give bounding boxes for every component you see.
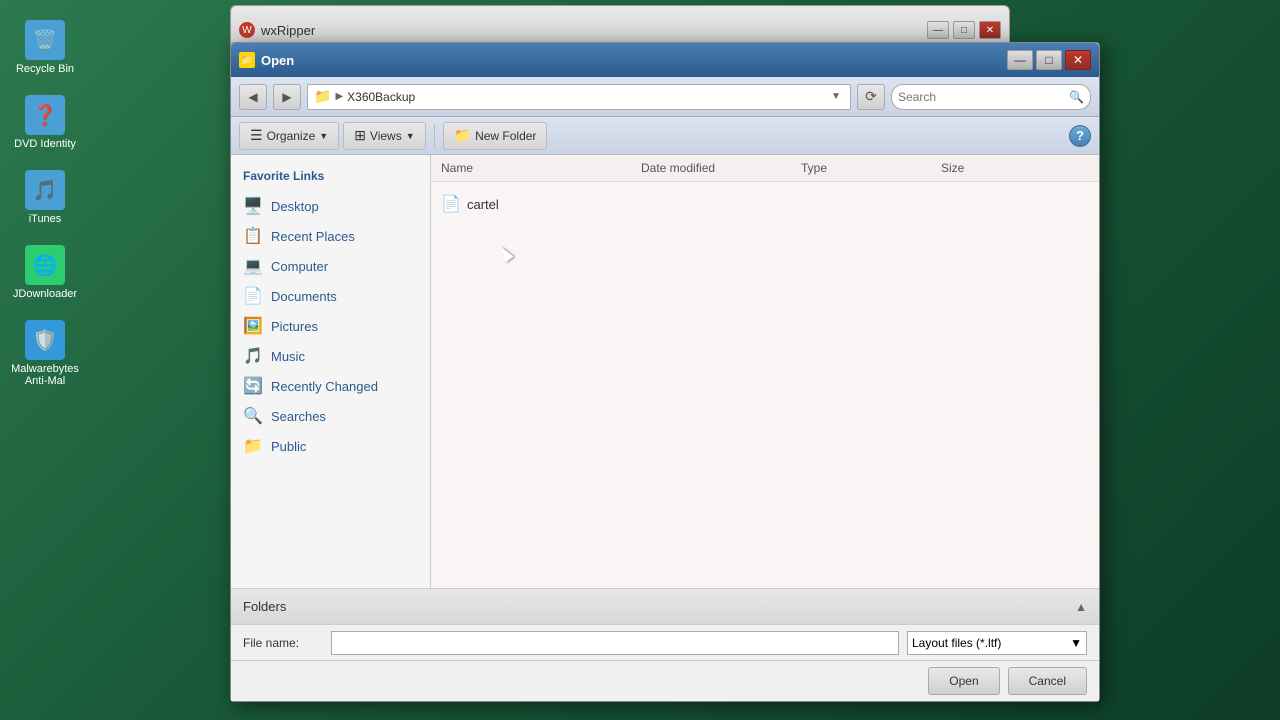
wxripper-titlebar: W wxRipper — □ ✕ [239,21,1001,39]
jdownloader-icon: 🌐 [25,245,65,285]
desktop-icon-malwarebytes[interactable]: 🛡️ Malwarebytes Anti-Mal [10,320,80,387]
wxripper-title: wxRipper [261,23,927,38]
file-name: cartel [467,197,499,212]
search-box[interactable]: 🔍 [891,84,1091,110]
dialog-maximize-button[interactable]: □ [1036,50,1062,70]
back-button[interactable]: ◀ [239,84,267,110]
dialog-minimize-button[interactable]: — [1007,50,1033,70]
help-button[interactable]: ? [1069,125,1091,147]
open-button[interactable]: Open [928,667,999,695]
wxripper-close-button[interactable]: ✕ [979,21,1001,39]
desktop-icons: 🗑️ Recycle Bin ❓ DVD Identity 🎵 iTunes 🌐… [10,20,80,387]
folders-chevron-icon: ▲ [1075,600,1087,614]
search-input[interactable] [898,90,1069,104]
malwarebytes-icon: 🛡️ [25,320,65,360]
sidebar-item-documents[interactable]: 📄 Documents [231,281,430,311]
file-list: 📄 cartel [431,182,1099,588]
file-area: Name Date modified Type Size 📄 cartel [431,155,1099,588]
views-dropdown-icon: ▼ [406,131,415,141]
open-dialog: 📁 Open — □ ✕ ◀ ▶ 📁 ▶ X360Backup ▼ ⟳ 🔍 ☰ … [230,42,1100,702]
file-icon: 📄 [441,194,461,214]
file-item-cartel[interactable]: 📄 cartel [439,190,1091,218]
file-header: Name Date modified Type Size [431,155,1099,182]
views-button[interactable]: ⊞ Views ▼ [343,122,425,150]
sidebar-item-desktop[interactable]: 🖥️ Desktop [231,191,430,221]
address-bar: ◀ ▶ 📁 ▶ X360Backup ▼ ⟳ 🔍 [231,77,1099,117]
column-name[interactable]: Name [441,161,641,175]
path-text: X360Backup [347,90,824,104]
sidebar-item-computer[interactable]: 💻 Computer [231,251,430,281]
folders-section[interactable]: Folders ▲ [231,589,1099,625]
pictures-icon: 🖼️ [243,316,263,336]
desktop-icon-itunes[interactable]: 🎵 iTunes [10,170,80,225]
sidebar-item-recent-places[interactable]: 📋 Recent Places [231,221,430,251]
recently-changed-icon: 🔄 [243,376,263,396]
new-folder-icon: 📁 [454,127,471,144]
dvd-icon: ❓ [25,95,65,135]
views-icon: ⊞ [354,127,366,144]
dialog-titlebar: 📁 Open — □ ✕ [231,43,1099,77]
desktop-icon-recycle[interactable]: 🗑️ Recycle Bin [10,20,80,75]
wxripper-icon: W [239,22,255,38]
favorite-links-title: Favorite Links [231,165,430,191]
itunes-icon: 🎵 [25,170,65,210]
filename-input[interactable] [331,631,899,655]
filetype-dropdown-icon: ▼ [1070,636,1082,650]
new-folder-button[interactable]: 📁 New Folder [443,122,548,150]
folders-label: Folders [243,599,1069,614]
forward-button[interactable]: ▶ [273,84,301,110]
toolbar-separator [434,124,435,148]
column-type[interactable]: Type [801,161,941,175]
wxripper-controls: — □ ✕ [927,21,1001,39]
searches-icon: 🔍 [243,406,263,426]
organize-icon: ☰ [250,127,263,144]
dialog-title: Open [261,53,1001,68]
dialog-window-controls: — □ ✕ [1007,50,1091,70]
bottom-bar: Folders ▲ File name: Layout files (*.ltf… [231,588,1099,701]
cancel-button[interactable]: Cancel [1008,667,1087,695]
sidebar-item-pictures[interactable]: 🖼️ Pictures [231,311,430,341]
sidebar-item-recently-changed[interactable]: 🔄 Recently Changed [231,371,430,401]
content-area: Favorite Links 🖥️ Desktop 📋 Recent Place… [231,155,1099,588]
filename-row: File name: Layout files (*.ltf) ▼ [231,625,1099,661]
address-path[interactable]: 📁 ▶ X360Backup ▼ [307,84,851,110]
desktop-icon-dvd[interactable]: ❓ DVD Identity [10,95,80,150]
organize-button[interactable]: ☰ Organize ▼ [239,122,339,150]
sidebar-item-music[interactable]: 🎵 Music [231,341,430,371]
recent-places-icon: 📋 [243,226,263,246]
column-size[interactable]: Size [941,161,1041,175]
wxripper-minimize-button[interactable]: — [927,21,949,39]
filename-label: File name: [243,636,323,650]
computer-icon: 💻 [243,256,263,276]
dialog-close-button[interactable]: ✕ [1065,50,1091,70]
refresh-button[interactable]: ⟳ [857,84,885,110]
documents-icon: 📄 [243,286,263,306]
toolbar: ☰ Organize ▼ ⊞ Views ▼ 📁 New Folder ? [231,117,1099,155]
wxripper-maximize-button[interactable]: □ [953,21,975,39]
desktop-icon: 🖥️ [243,196,263,216]
column-date-modified[interactable]: Date modified [641,161,801,175]
path-dropdown-icon[interactable]: ▼ [828,89,844,105]
filetype-dropdown[interactable]: Layout files (*.ltf) ▼ [907,631,1087,655]
sidebar-item-public[interactable]: 📁 Public [231,431,430,461]
music-icon: 🎵 [243,346,263,366]
sidebar: Favorite Links 🖥️ Desktop 📋 Recent Place… [231,155,431,588]
dialog-icon: 📁 [239,52,255,68]
desktop-icon-jdownloader[interactable]: 🌐 JDownloader [10,245,80,300]
action-buttons: Open Cancel [231,661,1099,701]
search-icon[interactable]: 🔍 [1069,90,1084,104]
sidebar-item-searches[interactable]: 🔍 Searches [231,401,430,431]
public-icon: 📁 [243,436,263,456]
organize-dropdown-icon: ▼ [319,131,328,141]
path-folder-icon: 📁 [314,88,331,105]
path-arrow: ▶ [335,91,343,102]
recycle-bin-icon: 🗑️ [25,20,65,60]
